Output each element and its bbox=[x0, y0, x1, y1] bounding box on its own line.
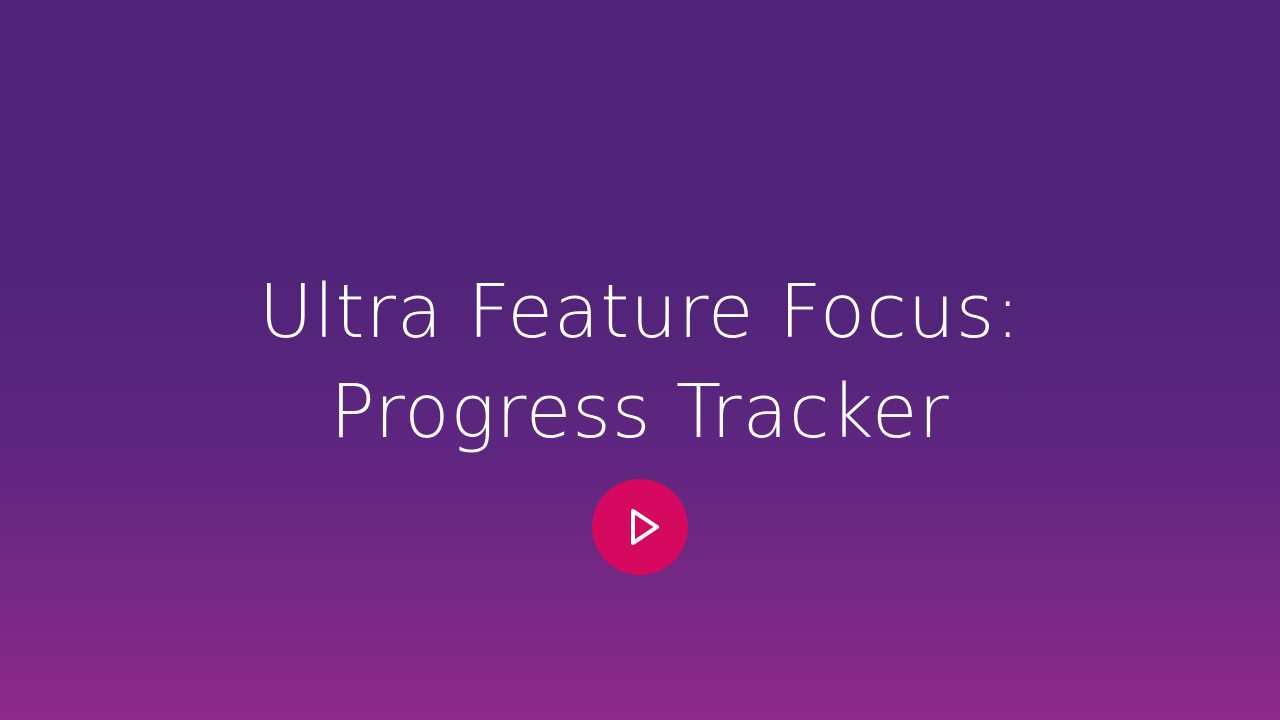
video-title: Ultra Feature Focus: Progress Tracker bbox=[0, 262, 1280, 462]
video-poster[interactable]: Ultra Feature Focus: Progress Tracker bbox=[0, 0, 1280, 720]
video-title-line-1: Ultra Feature Focus: bbox=[258, 269, 1022, 355]
play-icon bbox=[631, 509, 659, 545]
video-title-line-2: Progress Tracker bbox=[330, 369, 950, 455]
play-button[interactable] bbox=[592, 479, 688, 575]
